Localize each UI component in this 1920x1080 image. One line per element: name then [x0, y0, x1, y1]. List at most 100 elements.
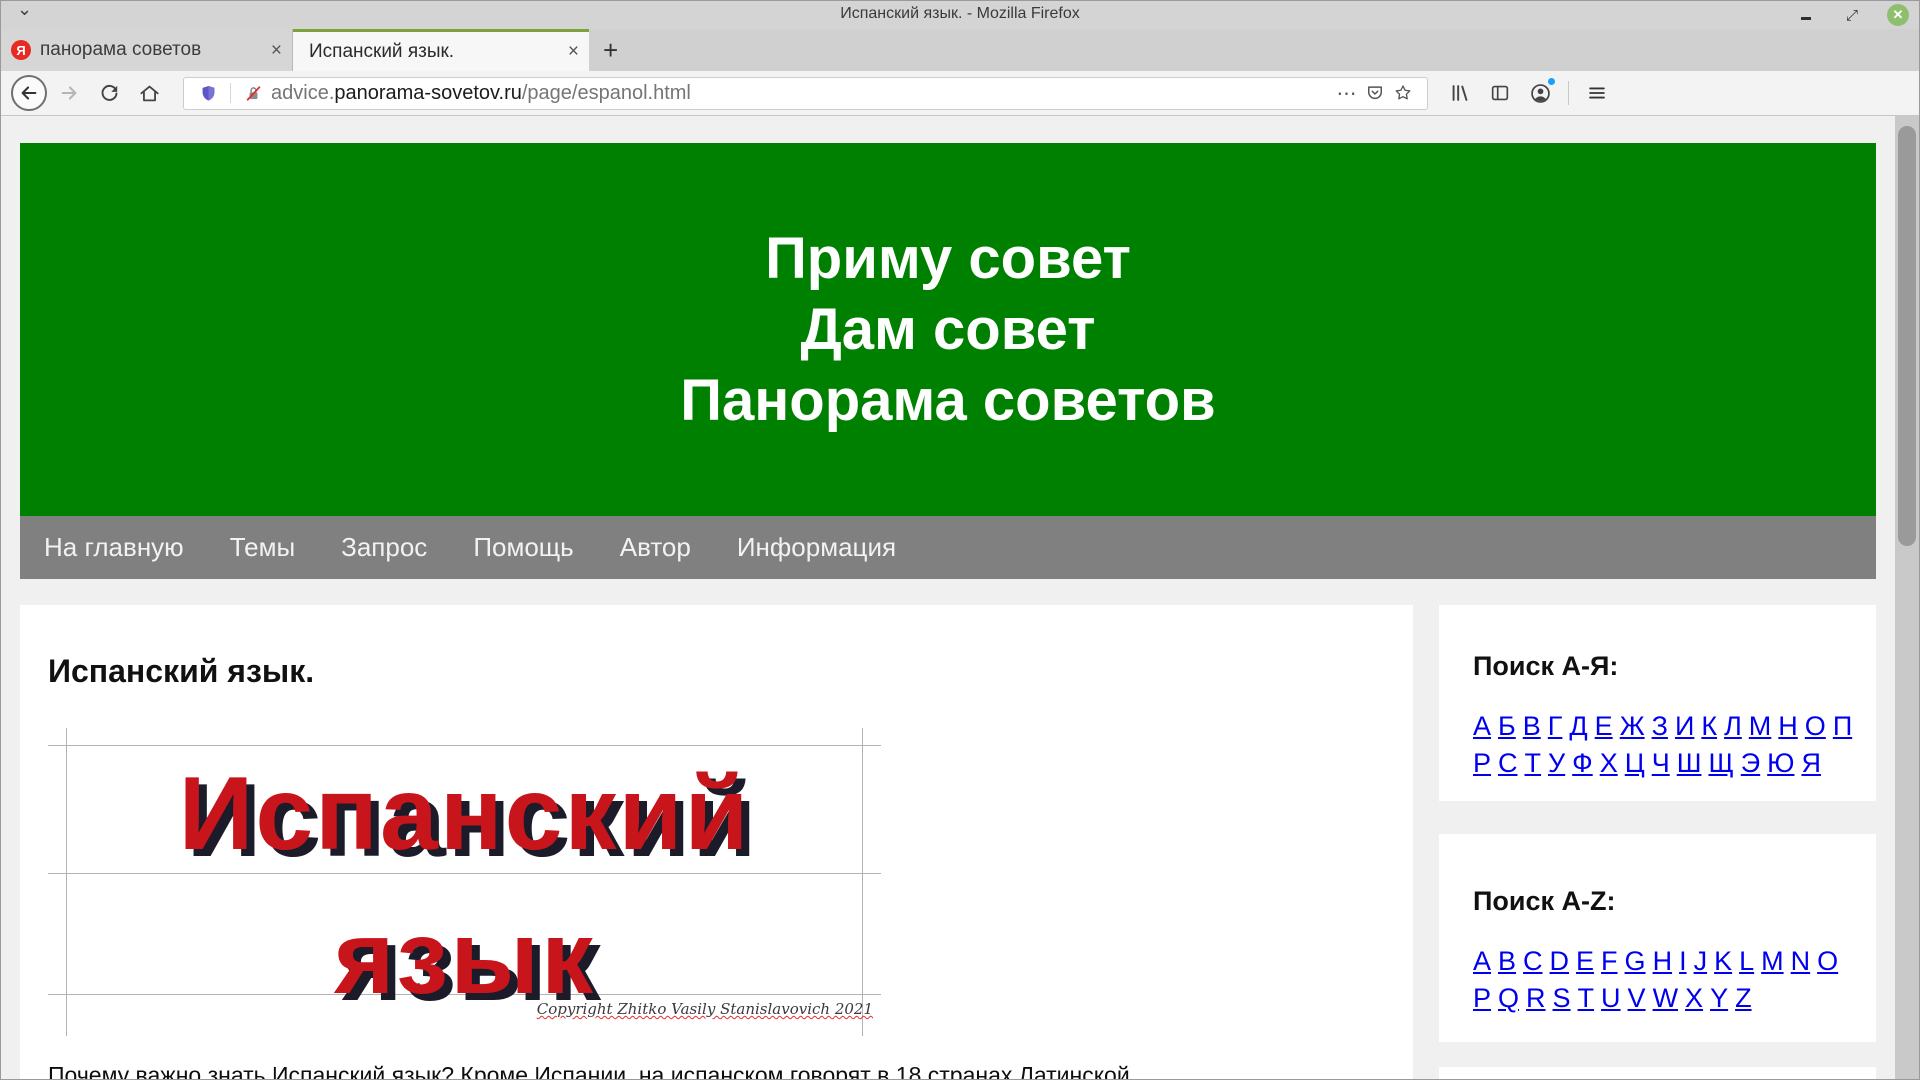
article-image: Испанский язык Copyright Zhitko Vasily S…	[48, 728, 881, 1036]
alphabet-link[interactable]: Э	[1741, 747, 1760, 780]
alphabet-link[interactable]: F	[1601, 945, 1618, 978]
alphabet-link[interactable]: Ю	[1767, 747, 1794, 780]
alphabet-link[interactable]: Б	[1498, 710, 1516, 743]
alphabet-link[interactable]: U	[1601, 982, 1621, 1015]
alphabet-link[interactable]: Д	[1569, 710, 1587, 743]
site-nav-link[interactable]: Запрос	[341, 532, 427, 563]
url-path: /page/espanol.html	[522, 82, 691, 104]
alphabet-link[interactable]: И	[1675, 710, 1694, 743]
maximize-icon: ⤢	[1846, 6, 1858, 24]
alphabet-link[interactable]: А	[1473, 710, 1491, 743]
article-paragraph: Почему важно знать Испанский язык? Кроме…	[48, 1062, 1385, 1079]
alphabet-link[interactable]: Я	[1801, 747, 1821, 780]
tab-panorama-sovetov[interactable]: Я панорама советов ×	[1, 29, 293, 71]
site-nav-link[interactable]: Автор	[620, 532, 691, 563]
divider	[230, 83, 231, 103]
minimize-button[interactable]	[1795, 4, 1817, 26]
alphabet-link[interactable]: К	[1701, 710, 1717, 743]
alphabet-link[interactable]: В	[1523, 710, 1541, 743]
site-nav-link[interactable]: На главную	[44, 532, 184, 563]
site-nav-link[interactable]: Информация	[737, 532, 896, 563]
insecure-lock-icon[interactable]	[239, 84, 267, 103]
alphabet-link[interactable]: S	[1553, 982, 1571, 1015]
alphabet-link[interactable]: R	[1526, 982, 1546, 1015]
tab-title: панорама советов	[40, 39, 263, 61]
alphabet-link[interactable]: X	[1685, 982, 1703, 1015]
alphabet-link[interactable]: Т	[1525, 747, 1542, 780]
alphabet-link[interactable]: Р	[1473, 747, 1491, 780]
tab-close-icon[interactable]: ×	[271, 41, 282, 60]
url-text[interactable]: advice.panorama-sovetov.ru/page/espanol.…	[271, 82, 1333, 105]
alphabet-link[interactable]: Е	[1595, 710, 1613, 743]
alphabet-link[interactable]: D	[1550, 945, 1570, 978]
page-actions-ellipsis-icon[interactable]: ⋯	[1333, 81, 1361, 106]
library-button[interactable]	[1442, 75, 1478, 111]
alphabet-link[interactable]: I	[1679, 945, 1687, 978]
alphabet-link[interactable]: Ч	[1652, 747, 1670, 780]
reload-button[interactable]	[91, 75, 127, 111]
alphabet-link[interactable]: П	[1833, 710, 1852, 743]
titlebar: ⌄ Испанский язык. - Mozilla Firefox ⤢ ✕	[1, 1, 1919, 29]
address-bar[interactable]: advice.panorama-sovetov.ru/page/espanol.…	[183, 77, 1428, 110]
site-header-line: Дам совет	[800, 294, 1095, 365]
tab-bar: Я панорама советов × Испанский язык. × +	[1, 29, 1919, 71]
alphabet-link[interactable]: Щ	[1708, 747, 1733, 780]
alphabet-link[interactable]: N	[1791, 945, 1811, 978]
tab-close-icon[interactable]: ×	[568, 42, 579, 61]
menu-button[interactable]	[1579, 75, 1615, 111]
site-nav-link[interactable]: Темы	[230, 532, 295, 563]
alphabet-link[interactable]: Н	[1778, 710, 1798, 743]
alphabet-link[interactable]: Z	[1735, 982, 1752, 1015]
alphabet-link[interactable]: С	[1498, 747, 1518, 780]
page-title: Испанский язык.	[48, 653, 1385, 690]
alphabet-link[interactable]: H	[1653, 945, 1673, 978]
sidebar: Поиск А-Я: АБВГДЕЖЗИКЛМНОП РСТУФХЦЧШЩЭЮЯ…	[1439, 605, 1876, 1079]
alphabet-link[interactable]: K	[1714, 945, 1732, 978]
alphabet-link[interactable]: L	[1739, 945, 1754, 978]
sidebar-next-box	[1439, 1067, 1876, 1079]
alphabet-link[interactable]: G	[1625, 945, 1646, 978]
bookmark-star-icon[interactable]	[1389, 83, 1417, 103]
alphabet-link[interactable]: C	[1523, 945, 1543, 978]
close-button[interactable]: ✕	[1887, 4, 1909, 26]
alphabet-link[interactable]: T	[1578, 982, 1595, 1015]
forward-button[interactable]	[51, 75, 87, 111]
tracking-protection-shield-icon[interactable]	[194, 84, 222, 103]
alphabet-link[interactable]: З	[1652, 710, 1668, 743]
alphabet-link[interactable]: У	[1548, 747, 1565, 780]
sidebar-toggle-button[interactable]	[1482, 75, 1518, 111]
alphabet-row-en-1: ABCDEFGHIJKLMNO	[1473, 945, 1865, 982]
alphabet-link[interactable]: V	[1628, 982, 1646, 1015]
alphabet-link[interactable]: B	[1498, 945, 1516, 978]
alphabet-link[interactable]: Ж	[1620, 710, 1645, 743]
window-title: Испанский язык. - Mozilla Firefox	[1, 5, 1919, 23]
alphabet-link[interactable]: Л	[1724, 710, 1742, 743]
alphabet-row-ru-2: РСТУФХЦЧШЩЭЮЯ	[1473, 747, 1865, 784]
pocket-save-icon[interactable]	[1361, 83, 1389, 103]
alphabet-link[interactable]: Х	[1600, 747, 1618, 780]
alphabet-link[interactable]: O	[1817, 945, 1838, 978]
maximize-button[interactable]: ⤢	[1841, 4, 1863, 26]
alphabet-link[interactable]: Ц	[1625, 747, 1645, 780]
alphabet-link[interactable]: E	[1576, 945, 1594, 978]
vertical-scrollbar[interactable]	[1895, 116, 1919, 1079]
alphabet-link[interactable]: J	[1694, 945, 1708, 978]
alphabet-link[interactable]: Ш	[1677, 747, 1702, 780]
alphabet-link[interactable]: A	[1473, 945, 1491, 978]
tab-espanol-active[interactable]: Испанский язык. ×	[293, 29, 589, 71]
alphabet-link[interactable]: Ф	[1572, 747, 1593, 780]
alphabet-link[interactable]: W	[1653, 982, 1678, 1015]
back-button[interactable]	[11, 75, 47, 111]
new-tab-button[interactable]: +	[589, 29, 632, 71]
alphabet-link[interactable]: M	[1761, 945, 1784, 978]
alphabet-link[interactable]: Г	[1548, 710, 1563, 743]
site-nav-link[interactable]: Помощь	[473, 532, 573, 563]
alphabet-link[interactable]: P	[1473, 982, 1491, 1015]
scrollbar-thumb[interactable]	[1898, 126, 1916, 546]
alphabet-link[interactable]: Y	[1710, 982, 1728, 1015]
alphabet-link[interactable]: Q	[1498, 982, 1519, 1015]
account-button[interactable]	[1522, 75, 1558, 111]
alphabet-link[interactable]: М	[1749, 710, 1772, 743]
alphabet-link[interactable]: О	[1805, 710, 1826, 743]
home-button[interactable]	[131, 75, 167, 111]
